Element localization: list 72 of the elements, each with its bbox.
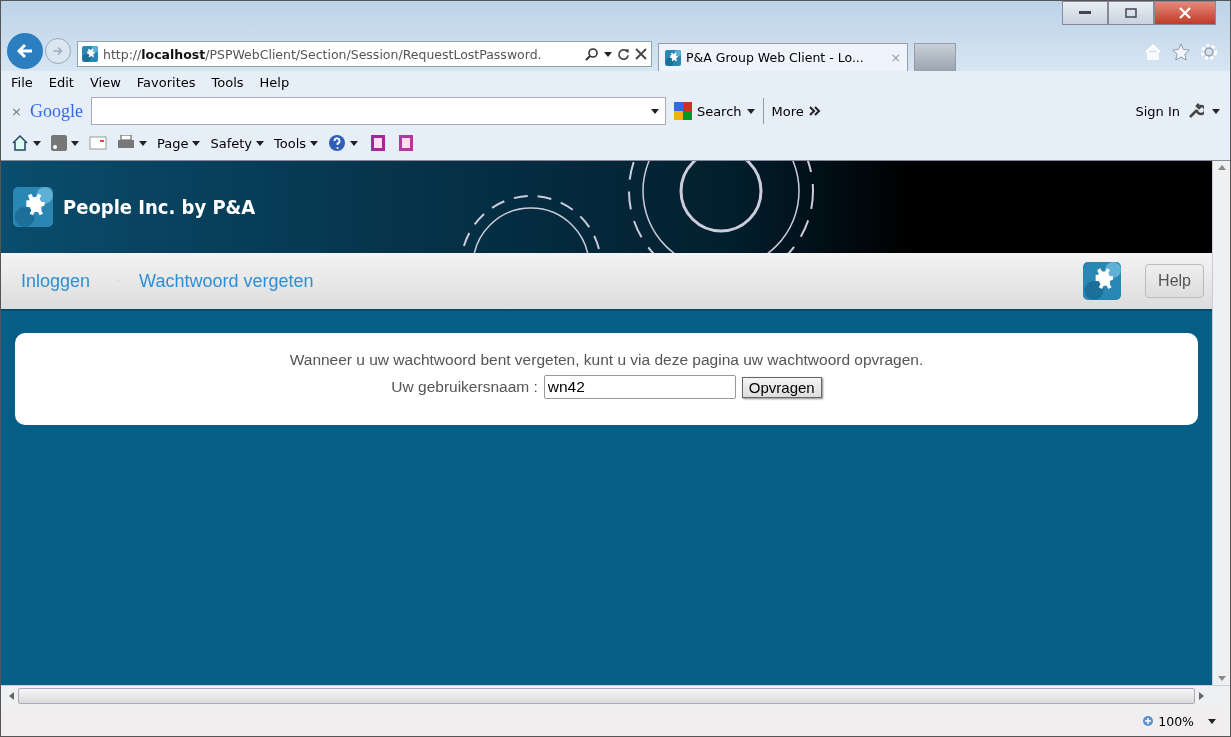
scroll-left-icon[interactable] (9, 692, 14, 700)
refresh-icon[interactable] (617, 47, 630, 61)
username-label: Uw gebruikersnaam : (391, 378, 538, 396)
menu-item[interactable]: Help (259, 75, 290, 90)
address-bar[interactable]: http://localhost/PSPWebClient/Section/Session/RequestLostPassword. (77, 41, 652, 67)
maximize-button[interactable] (1108, 1, 1154, 25)
sign-in-link[interactable]: Sign In (1135, 103, 1180, 119)
close-icon (1179, 7, 1191, 19)
star-icon[interactable] (1172, 43, 1190, 61)
username-field[interactable]: wn42 (543, 375, 736, 399)
caret-icon[interactable] (350, 140, 359, 146)
caret-icon[interactable] (33, 140, 41, 146)
caret-icon[interactable] (650, 108, 659, 114)
horizontal-scrollbar[interactable] (1, 685, 1230, 706)
scroll-up-icon[interactable] (1217, 165, 1226, 170)
back-arrow-icon (16, 42, 34, 60)
gears-logo (13, 187, 53, 227)
caret-icon[interactable] (256, 140, 265, 146)
maximize-icon (1125, 8, 1137, 18)
feed-icon[interactable] (51, 135, 67, 151)
close-icon[interactable] (635, 48, 647, 60)
wrench-icon[interactable] (1188, 103, 1204, 119)
command-menu[interactable]: Tools (274, 135, 319, 151)
settings-icon[interactable] (1200, 43, 1218, 61)
menu-item[interactable]: File (11, 75, 33, 90)
search-button[interactable]: Search (673, 102, 755, 120)
caret-icon[interactable] (192, 140, 201, 146)
caret-icon[interactable] (746, 108, 755, 114)
caret-icon[interactable] (604, 51, 612, 57)
gears-logo (1083, 262, 1122, 300)
site-icon (665, 49, 681, 66)
minimize-button[interactable] (1062, 1, 1108, 25)
note-icon[interactable] (396, 134, 415, 152)
zoom-icon (1142, 714, 1156, 728)
command-menu[interactable]: Safety (210, 135, 265, 151)
more-button[interactable]: More (771, 103, 821, 119)
tab-title: P&A Group Web Client - Lo... (686, 50, 864, 65)
forward-arrow-icon (52, 44, 64, 58)
help-icon[interactable] (328, 134, 347, 152)
caret-icon[interactable] (1212, 108, 1220, 114)
google-search-field[interactable] (90, 97, 666, 125)
menu-item[interactable]: View (89, 75, 121, 90)
printer-icon[interactable] (117, 135, 135, 151)
menu-item[interactable]: Tools (211, 75, 244, 90)
back-button[interactable] (7, 33, 43, 69)
note-icon[interactable] (368, 134, 387, 152)
double-chevron-icon (808, 106, 821, 116)
caret-icon[interactable] (139, 140, 147, 146)
instruction-text: Wanneer u uw wachtwoord bent vergeten, kunt u via deze pagina uw wachtwoord opvragen. (289, 351, 924, 369)
browser-tab[interactable]: P&A Group Web Client - Lo... × (658, 43, 908, 71)
zoom-level[interactable]: 100% (1142, 713, 1194, 729)
menu-item[interactable]: Edit (48, 75, 74, 90)
vertical-scrollbar[interactable] (1212, 161, 1230, 685)
command-menu[interactable]: Page (157, 135, 201, 151)
google-logo: Google (29, 100, 83, 122)
close-toolbar-button[interactable]: × (11, 103, 22, 119)
brand-name: People Inc. by P&A (63, 195, 256, 219)
scroll-down-icon[interactable] (1217, 676, 1226, 681)
squares-icon (673, 102, 692, 120)
close-button[interactable] (1154, 1, 1216, 25)
scroll-right-icon[interactable] (1199, 692, 1204, 700)
caret-icon[interactable] (1208, 718, 1216, 724)
caret-icon[interactable] (71, 140, 79, 146)
home-icon[interactable] (11, 134, 29, 152)
mail-icon[interactable] (89, 136, 107, 150)
caret-icon[interactable] (310, 140, 319, 146)
menu-item[interactable]: Favorites (136, 75, 196, 90)
search-icon[interactable] (585, 47, 599, 61)
minimize-icon (1079, 11, 1091, 15)
help-button[interactable]: Help (1145, 264, 1204, 298)
submit-button[interactable]: Opvragen (741, 376, 822, 398)
site-icon (82, 46, 98, 62)
